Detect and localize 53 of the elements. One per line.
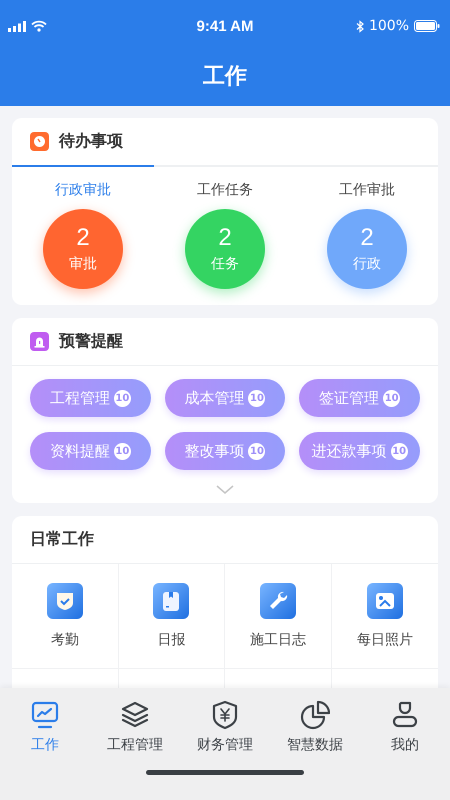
count-number: 2 [218, 225, 232, 252]
count-number: 2 [360, 225, 374, 252]
image-icon[interactable] [366, 583, 403, 619]
nav-tab[interactable]: 财务管理 [180, 700, 270, 754]
battery-icon [414, 20, 440, 32]
tab[interactable]: 工作审批 [339, 181, 395, 199]
count-circle[interactable]: 2 审批 [43, 209, 123, 289]
section-title: 预警提醒 [59, 331, 123, 352]
person-icon [390, 700, 420, 730]
count-badge: 10 [248, 442, 266, 460]
wifi-icon [31, 20, 47, 32]
alert-tag[interactable]: 成本管理 10 [164, 379, 286, 417]
count-circle[interactable]: 2 行政 [327, 209, 407, 289]
pie-chart-icon [300, 700, 330, 730]
shortcut-label[interactable]: 施工日志 [250, 631, 306, 649]
nav-tab[interactable]: 我的 [360, 700, 450, 754]
alert-tag[interactable]: 进还款事项 10 [299, 432, 420, 470]
count-badge: 10 [114, 390, 131, 406]
signal-icon [8, 20, 26, 32]
clock-icon [30, 132, 49, 151]
tab[interactable]: 行政审批 [55, 181, 111, 199]
document-icon[interactable] [153, 583, 190, 619]
battery-percent: 100% [368, 18, 409, 34]
nav-tab[interactable]: 工程管理 [90, 700, 180, 754]
count-badge: 10 [248, 390, 266, 406]
wrench-icon[interactable] [260, 583, 296, 619]
alert-tag[interactable]: 工程管理 10 [30, 379, 151, 417]
nav-tab[interactable]: 智慧数据 [270, 700, 360, 754]
count-badge: 10 [114, 442, 131, 460]
chart-monitor-icon [30, 700, 60, 730]
count-badge: 10 [390, 442, 408, 460]
count-badge: 10 [383, 390, 400, 406]
nav-tab[interactable]: 工作 [0, 700, 90, 754]
status-time: 9:41 AM [196, 18, 254, 34]
shortcut-label[interactable]: 每日照片 [356, 631, 413, 649]
section-title: 日常工作 [30, 529, 94, 550]
alert-tag[interactable]: 签证管理 10 [299, 379, 420, 417]
yen-shield-icon [210, 700, 240, 730]
layers-icon [120, 700, 150, 730]
count-number: 2 [76, 225, 90, 252]
shortcut-label[interactable]: 考勤 [50, 631, 79, 649]
count-caption: 审批 [69, 254, 97, 273]
alert-tag[interactable]: 整改事项 10 [164, 432, 286, 470]
page-title: 工作 [202, 63, 248, 91]
alarm-icon [30, 332, 49, 351]
bluetooth-icon [356, 20, 364, 32]
tab[interactable]: 工作任务 [197, 181, 253, 199]
shield-check-icon[interactable] [46, 583, 83, 619]
count-caption: 行政 [353, 254, 381, 273]
count-caption: 任务 [211, 254, 239, 273]
section-title: 待办事项 [59, 131, 123, 152]
alert-tag[interactable]: 资料提醒 10 [30, 432, 151, 470]
shortcut-label[interactable]: 日报 [157, 631, 186, 649]
